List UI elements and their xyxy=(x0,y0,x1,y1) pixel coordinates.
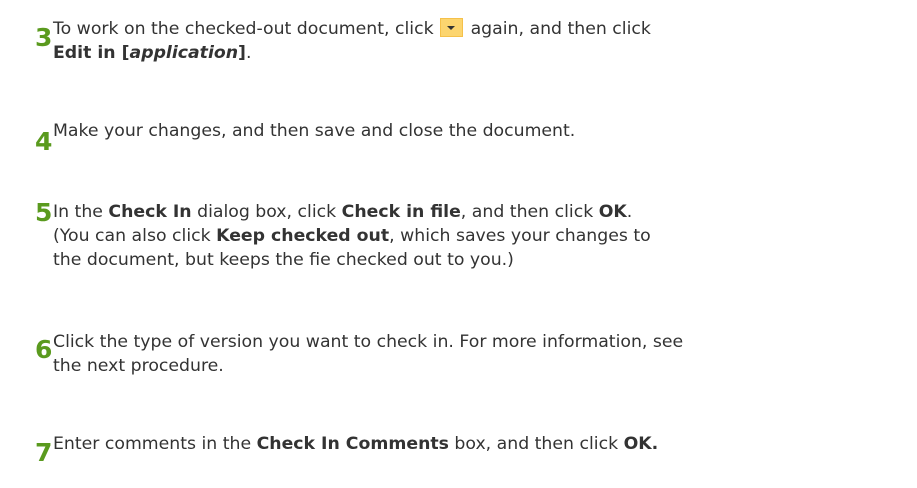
step-number: 6 xyxy=(35,335,53,364)
ui-label-ok: OK xyxy=(598,202,627,222)
step-number: 3 xyxy=(35,23,53,52)
step-text-segment: , and then click xyxy=(460,202,599,222)
step-line: (You can also click Keep checked out, wh… xyxy=(53,224,913,248)
step-text-segment: . xyxy=(245,43,252,63)
step-text: Make your changes, and then save and clo… xyxy=(53,119,913,143)
step-number: 7 xyxy=(35,438,53,467)
step-line: To work on the checked-out document, cli… xyxy=(53,17,913,41)
dropdown-button[interactable] xyxy=(439,18,463,37)
ui-label-ok: OK. xyxy=(623,434,659,454)
step-text: To work on the checked-out document, cli… xyxy=(53,17,913,65)
step-line: In the Check In dialog box, click Check … xyxy=(53,200,913,224)
step-line: Click the type of version you want to ch… xyxy=(53,332,684,352)
ui-label-check-in-file: Check in file xyxy=(341,202,461,222)
step-text-segment: , which saves your changes to xyxy=(389,226,651,246)
step-text-segment: box, and then click xyxy=(448,434,624,454)
ui-label-application: application xyxy=(129,43,239,63)
step-text-segment: dialog box, click xyxy=(191,202,342,222)
step-text-segment: . xyxy=(626,202,633,222)
step-line: Enter comments in the Check In Comments … xyxy=(53,432,913,456)
chevron-down-icon xyxy=(447,25,456,30)
step-line: the document, but keeps the fie checked … xyxy=(53,248,913,272)
ui-label-edit-in: Edit in [ xyxy=(53,43,130,63)
step-text: Enter comments in the Check In Comments … xyxy=(53,432,913,456)
ui-label-bracket: ] xyxy=(238,43,246,63)
step-text: Click the type of version you want to ch… xyxy=(53,330,913,378)
step-text-segment: Enter comments in the xyxy=(53,434,257,454)
ui-label-check-in: Check In xyxy=(108,202,192,222)
step-text-segment: In the xyxy=(53,202,109,222)
ui-label-keep-checked-out: Keep checked out xyxy=(216,226,390,246)
step-number: 5 xyxy=(35,198,53,227)
step-line: Edit in [application]. xyxy=(53,41,913,65)
step-text-segment: the document, but keeps the fie checked … xyxy=(53,250,514,270)
step-line: Make your changes, and then save and clo… xyxy=(53,121,576,141)
step-text-segment: again, and then click xyxy=(470,19,651,39)
step-line: the next procedure. xyxy=(53,356,224,376)
step-text-segment: To work on the checked-out document, cli… xyxy=(53,19,434,39)
step-number: 4 xyxy=(35,127,53,156)
step-text-segment: (You can also click xyxy=(53,226,217,246)
step-text: In the Check In dialog box, click Check … xyxy=(53,200,913,272)
ui-label-check-in-comments: Check In Comments xyxy=(256,434,449,454)
